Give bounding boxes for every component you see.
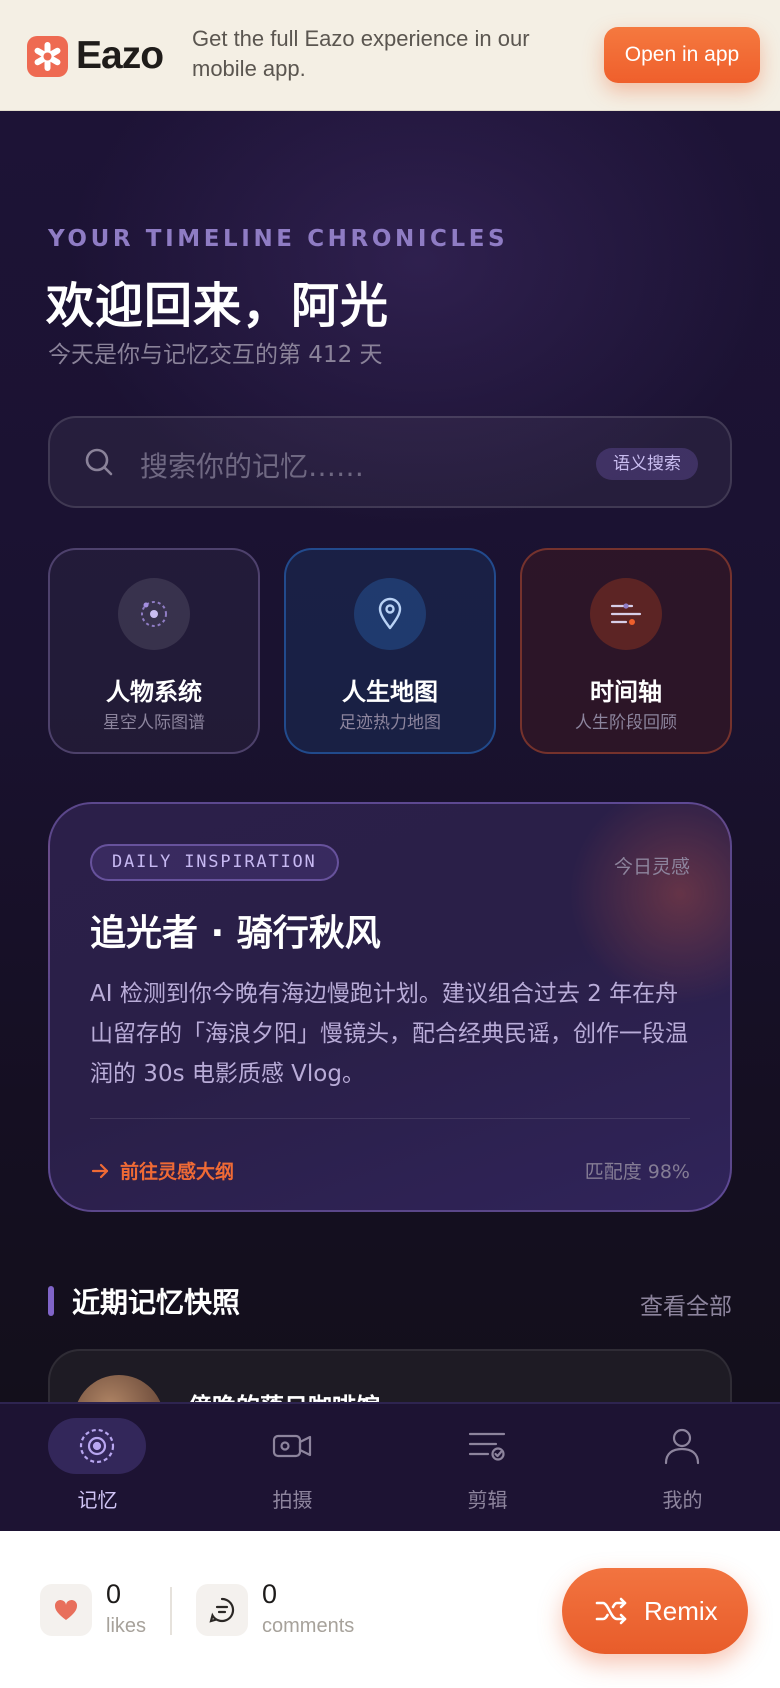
nav-tab-edit[interactable]: 剪辑 xyxy=(390,1404,585,1533)
map-pin-icon xyxy=(354,578,426,650)
nav-label: 记忆 xyxy=(77,1488,118,1512)
open-in-app-button[interactable]: Open in app xyxy=(604,27,760,83)
life-map-card[interactable]: 人生地图 足迹热力地图 xyxy=(284,548,496,754)
brand-name: Eazo xyxy=(76,34,164,77)
match-score: 匹配度 98% xyxy=(584,1161,690,1183)
stat-divider xyxy=(170,1587,172,1635)
feature-title: 人生地图 xyxy=(342,678,438,706)
recent-memories-title: 近期记忆快照 xyxy=(72,1286,241,1319)
nav-tab-memory[interactable]: 记忆 xyxy=(0,1404,195,1533)
day-counter-text: 今天是你与记忆交互的第 412 天 xyxy=(48,342,383,368)
section-accent-bar xyxy=(48,1286,54,1316)
nav-label: 我的 xyxy=(662,1488,703,1512)
edit-list-icon xyxy=(438,1418,536,1474)
people-system-card[interactable]: 人物系统 星空人际图谱 xyxy=(48,548,260,754)
cta-label: 前往灵感大纲 xyxy=(120,1161,235,1183)
like-button[interactable] xyxy=(40,1584,92,1636)
nav-label: 拍摄 xyxy=(272,1488,313,1512)
video-camera-icon xyxy=(243,1418,341,1474)
eazo-logo-icon xyxy=(27,35,68,77)
nav-tab-profile[interactable]: 我的 xyxy=(585,1404,780,1533)
card-divider xyxy=(90,1118,690,1119)
timeline-card[interactable]: 时间轴 人生阶段回顾 xyxy=(520,548,732,754)
arrow-right-icon xyxy=(91,1163,109,1178)
daily-inspiration-card[interactable]: DAILY INSPIRATION 今日灵感 追光者 · 骑行秋风 AI 检测到… xyxy=(48,802,732,1212)
page-title: 欢迎回来，阿光 xyxy=(46,278,390,334)
feature-title: 人物系统 xyxy=(106,678,202,706)
see-all-link[interactable]: 查看全部 xyxy=(640,1287,732,1321)
nav-label: 剪辑 xyxy=(467,1488,508,1512)
daily-inspiration-badge: DAILY INSPIRATION xyxy=(90,844,339,881)
user-icon xyxy=(633,1418,731,1474)
app-install-banner: Eazo Get the full Eazo experience in our… xyxy=(0,0,780,111)
semantic-search-chip[interactable]: 语义搜索 xyxy=(596,448,698,480)
likes-label: likes xyxy=(106,1615,147,1637)
orbit-icon xyxy=(118,578,190,650)
bottom-navigation: 记忆 拍摄 剪辑 我的 xyxy=(0,1402,780,1531)
comment-icon xyxy=(209,1597,235,1623)
social-action-bar: 0 likes 0 comments Remix xyxy=(0,1531,780,1688)
feature-subtitle: 足迹热力地图 xyxy=(339,713,441,733)
inspiration-tag: 今日灵感 xyxy=(613,856,690,878)
brand-logo: Eazo xyxy=(27,34,164,78)
nav-tab-shoot[interactable]: 拍摄 xyxy=(195,1404,390,1533)
section-eyebrow: YOUR TIMELINE CHRONICLES xyxy=(48,226,509,252)
search-input[interactable]: 搜索你的记忆…… xyxy=(140,445,364,485)
remix-label: Remix xyxy=(644,1596,718,1626)
memory-search-bar[interactable]: 搜索你的记忆…… 语义搜索 xyxy=(48,416,732,508)
banner-message: Get the full Eazo experience in our mobi… xyxy=(192,26,530,81)
go-to-outline-link[interactable]: 前往灵感大纲 xyxy=(90,1157,234,1184)
shuffle-icon xyxy=(595,1597,627,1625)
memory-orbit-icon xyxy=(48,1418,146,1474)
comment-button[interactable] xyxy=(196,1584,248,1636)
timeline-sliders-icon xyxy=(590,578,662,650)
search-icon xyxy=(84,447,114,481)
comments-label: comments xyxy=(262,1615,355,1637)
likes-count: 0 xyxy=(106,1579,122,1609)
remix-button[interactable]: Remix xyxy=(562,1568,748,1654)
feature-subtitle: 星空人际图谱 xyxy=(103,713,205,733)
comments-count: 0 xyxy=(262,1579,278,1609)
inspiration-description: AI 检测到你今晚有海边慢跑计划。建议组合过去 2 年在舟山留存的「海浪夕阳」慢… xyxy=(90,981,688,1087)
app-screen: YOUR TIMELINE CHRONICLES 欢迎回来，阿光 今天是你与记忆… xyxy=(0,111,780,1531)
feature-subtitle: 人生阶段回顾 xyxy=(575,713,677,733)
feature-title: 时间轴 xyxy=(590,678,662,706)
heart-icon xyxy=(54,1599,78,1620)
inspiration-title: 追光者 · 骑行秋风 xyxy=(90,913,381,954)
